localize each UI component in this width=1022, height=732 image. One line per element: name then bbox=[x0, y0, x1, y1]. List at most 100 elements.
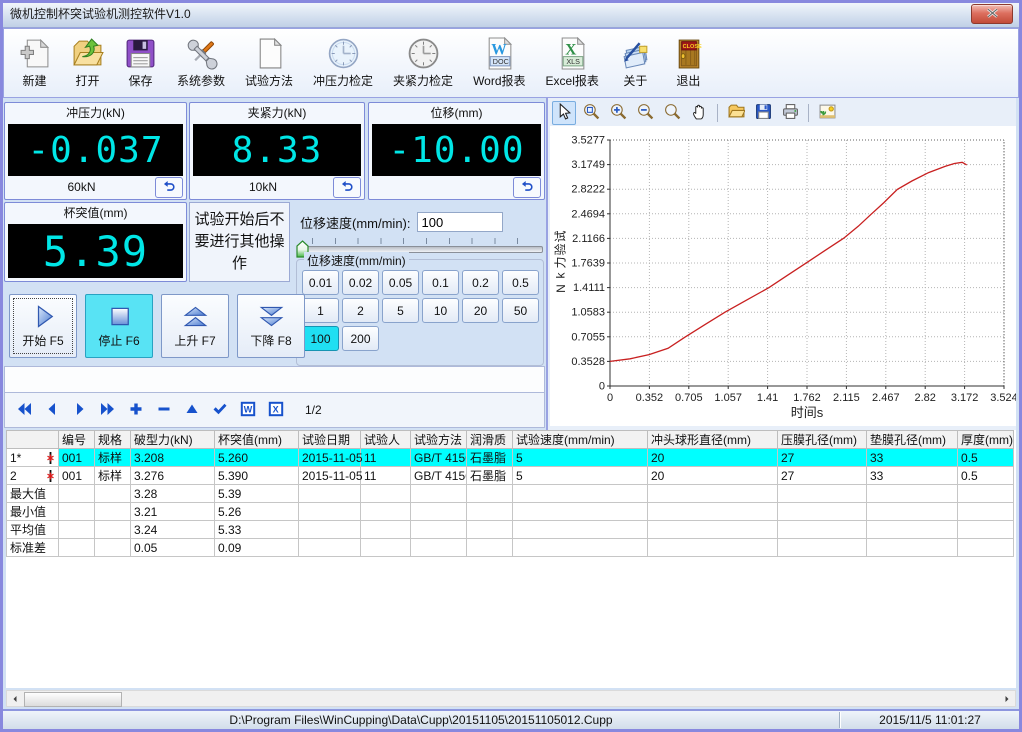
left-bottom-panel bbox=[4, 366, 545, 393]
slider-ticks bbox=[312, 238, 540, 244]
toolbar-button-about[interactable]: 关于 bbox=[609, 29, 662, 97]
operation-warning: 试验开始后不要进行其他操作 bbox=[189, 202, 290, 282]
chart-tool-open-curve-button[interactable] bbox=[724, 101, 748, 125]
svg-text:0.352: 0.352 bbox=[636, 392, 664, 404]
speed-option-1[interactable]: 1 bbox=[302, 298, 339, 323]
speed-option-2[interactable]: 2 bbox=[342, 298, 379, 323]
speed-input-label: 位移速度(mm/min): bbox=[300, 213, 411, 232]
toolbar-button-punch-force-calibration[interactable]: 冲压力检定 bbox=[303, 29, 383, 97]
clamp-force-zero-button[interactable] bbox=[333, 177, 361, 198]
speed-option-5[interactable]: 5 bbox=[382, 298, 419, 323]
chart-tool-zoom-out-button[interactable] bbox=[633, 101, 657, 125]
scroll-right-icon[interactable] bbox=[999, 691, 1015, 706]
print-icon bbox=[782, 103, 799, 123]
speed-option-0.2[interactable]: 0.2 bbox=[462, 270, 499, 295]
stats-row: 最大值3.285.39 bbox=[7, 485, 1014, 503]
toolbar-button-save[interactable]: 保存 bbox=[114, 29, 167, 97]
chart-tool-pan-button[interactable] bbox=[687, 101, 711, 125]
speed-option-0.01[interactable]: 0.01 bbox=[302, 270, 339, 295]
speed-option-10[interactable]: 10 bbox=[422, 298, 459, 323]
toolbar-button-new[interactable]: 新建 bbox=[8, 29, 61, 97]
column-header: 试验速度(mm/min) bbox=[513, 431, 648, 449]
speed-option-100[interactable]: 100 bbox=[302, 326, 339, 351]
speed-input[interactable] bbox=[417, 212, 503, 232]
toolbar-button-test-method[interactable]: 试验方法 bbox=[235, 29, 303, 97]
word-doc-icon: WDOC bbox=[483, 37, 516, 70]
clamp-force-display: 夹紧力(kN) 8.33 10kN bbox=[189, 102, 365, 200]
speed-option-0.5[interactable]: 0.5 bbox=[502, 270, 539, 295]
chart-tool-export-image-button[interactable] bbox=[815, 101, 839, 125]
toolbar-button-system-params[interactable]: 系统参数 bbox=[167, 29, 235, 97]
speed-option-200[interactable]: 200 bbox=[342, 326, 379, 351]
displacement-zero-button[interactable] bbox=[513, 177, 541, 198]
table-row[interactable]: 1*001标样3.2085.2602015-11-0511GB/T 4156-石… bbox=[7, 449, 1014, 467]
table-row[interactable]: 2001标样3.2765.3902015-11-0511GB/T 4156-石墨… bbox=[7, 467, 1014, 485]
row-number: 2 bbox=[10, 469, 17, 483]
svg-text:1.057: 1.057 bbox=[714, 392, 742, 404]
scrollbar-thumb[interactable] bbox=[24, 692, 122, 707]
column-header: 编号 bbox=[59, 431, 95, 449]
chart-tool-cursor-button[interactable] bbox=[552, 101, 576, 125]
magnifier-icon bbox=[664, 103, 681, 123]
speed-option-0.1[interactable]: 0.1 bbox=[422, 270, 459, 295]
nav-last-icon bbox=[100, 401, 116, 420]
record-page-indicator: 1/2 bbox=[305, 403, 322, 417]
nav-last-button[interactable] bbox=[95, 397, 120, 423]
toolbar-button-word-report[interactable]: WDOCWord报表 bbox=[463, 29, 535, 97]
curve-marker-icon bbox=[46, 451, 55, 465]
svg-text:3.1749: 3.1749 bbox=[571, 159, 605, 171]
speed-option-0.02[interactable]: 0.02 bbox=[342, 270, 379, 295]
toolbar-button-exit[interactable]: CLOSE退出 bbox=[662, 29, 715, 97]
speed-option-50[interactable]: 50 bbox=[502, 298, 539, 323]
stats-break-force: 3.28 bbox=[131, 485, 215, 503]
chart-box: 00.3520.7051.0571.411.7622.1152.4672.823… bbox=[550, 126, 1016, 426]
svg-text:0.705: 0.705 bbox=[675, 392, 703, 404]
nav-first-button[interactable] bbox=[11, 397, 36, 423]
gauge-gray-icon bbox=[407, 37, 440, 70]
nav-insert-button[interactable] bbox=[123, 397, 148, 423]
nav-edit-button[interactable] bbox=[179, 397, 204, 423]
speed-option-20[interactable]: 20 bbox=[462, 298, 499, 323]
horizontal-scrollbar[interactable] bbox=[6, 690, 1016, 707]
column-header: 试验人 bbox=[361, 431, 411, 449]
nav-delete-button[interactable] bbox=[151, 397, 176, 423]
column-header: 杯突值(mm) bbox=[215, 431, 299, 449]
scroll-left-icon[interactable] bbox=[7, 691, 23, 706]
up-button[interactable]: 上升 F7 bbox=[161, 294, 229, 358]
chart-tool-save-curve-button[interactable] bbox=[751, 101, 775, 125]
chart-tool-zoom-in-button[interactable] bbox=[606, 101, 630, 125]
nav-prev-icon bbox=[44, 401, 60, 420]
force-time-chart[interactable]: 00.3520.7051.0571.411.7622.1152.4672.823… bbox=[550, 126, 1016, 424]
start-button[interactable]: 开始 F5 bbox=[9, 294, 77, 358]
nav-prev-button[interactable] bbox=[39, 397, 64, 423]
toolbar-button-clamp-force-calibration[interactable]: 夹紧力检定 bbox=[383, 29, 463, 97]
nav-next-button[interactable] bbox=[67, 397, 92, 423]
chart-tool-zoom-window-button[interactable] bbox=[579, 101, 603, 125]
double-up-icon bbox=[183, 304, 208, 329]
window-close-button[interactable] bbox=[971, 4, 1013, 24]
column-header: 冲头球形直径(mm) bbox=[648, 431, 778, 449]
new-document-icon bbox=[18, 37, 51, 70]
stop-button[interactable]: 停止 F6 bbox=[85, 294, 153, 358]
speed-option-0.05[interactable]: 0.05 bbox=[382, 270, 419, 295]
row-number: 1* bbox=[10, 451, 21, 465]
punch-force-zero-button[interactable] bbox=[155, 177, 183, 198]
image-icon bbox=[819, 103, 836, 123]
nav-post-button[interactable] bbox=[207, 397, 232, 423]
down-button[interactable]: 下降 F8 bbox=[237, 294, 305, 358]
stats-label: 最大值 bbox=[7, 485, 59, 503]
svg-text:0: 0 bbox=[607, 392, 613, 404]
chart-tool-print-button[interactable] bbox=[778, 101, 802, 125]
stats-label: 平均值 bbox=[7, 521, 59, 539]
nav-excel-button[interactable]: X bbox=[263, 397, 288, 423]
svg-text:1.7639: 1.7639 bbox=[571, 258, 605, 270]
status-bar: D:\Program Files\WinCupping\Data\Cupp\20… bbox=[3, 709, 1019, 729]
window-title: 微机控制杯突试验机测控软件V1.0 bbox=[10, 5, 191, 22]
chart-tool-magnify-button[interactable] bbox=[660, 101, 684, 125]
column-header bbox=[7, 431, 59, 449]
stats-label: 最小值 bbox=[7, 503, 59, 521]
nav-word-button[interactable]: W bbox=[235, 397, 260, 423]
toolbar-button-open[interactable]: 打开 bbox=[61, 29, 114, 97]
toolbar-button-excel-report[interactable]: XXLSExcel报表 bbox=[536, 29, 609, 97]
nav-first-icon bbox=[16, 401, 32, 420]
